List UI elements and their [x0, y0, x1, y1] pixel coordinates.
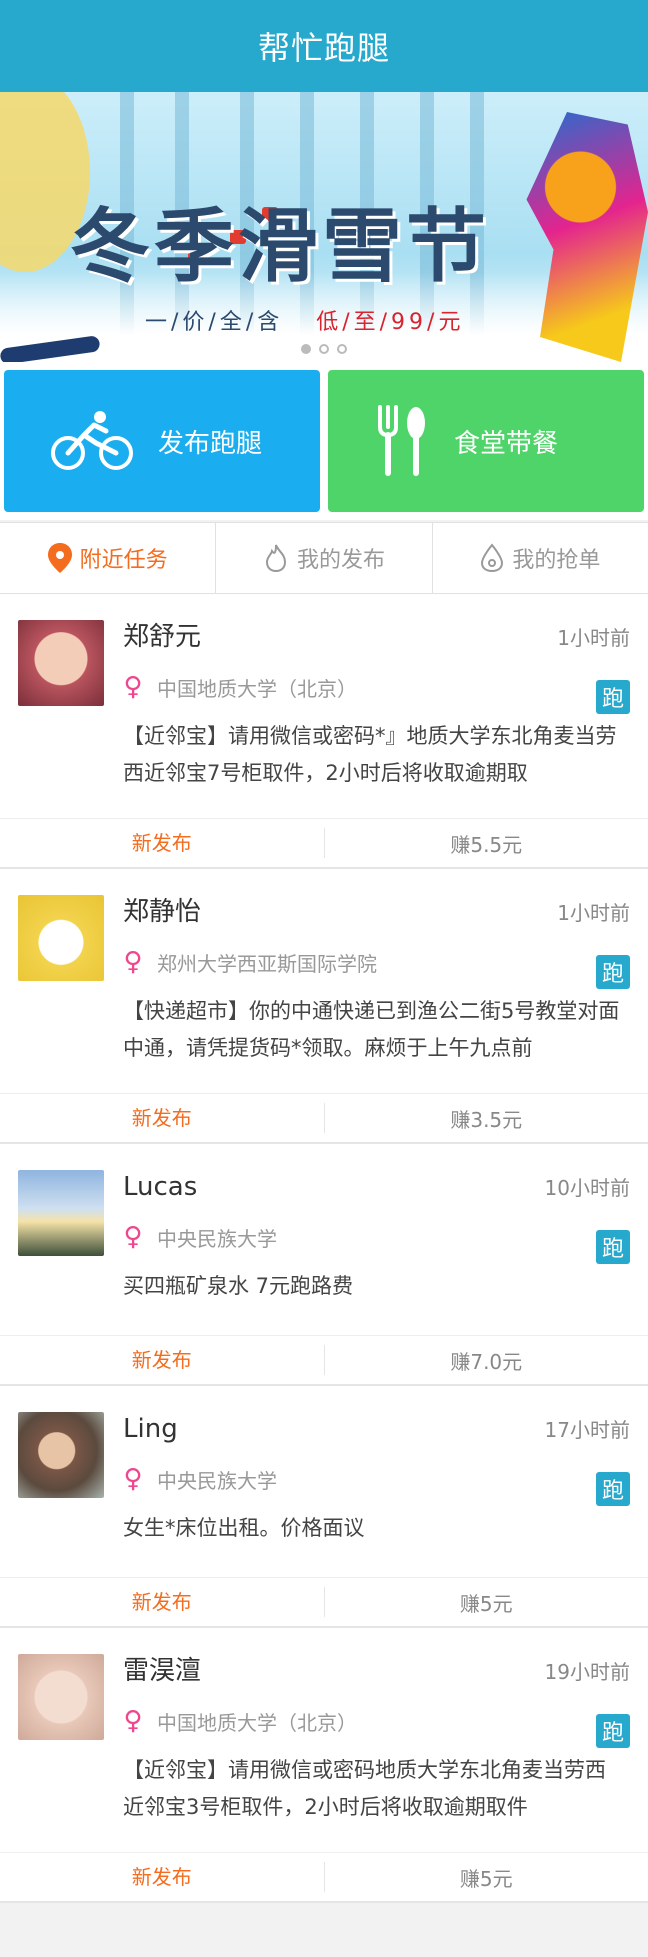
post-time: 10小时前	[544, 1176, 630, 1200]
school-name: 中央民族大学	[157, 1468, 277, 1493]
publish-errand-button[interactable]: 发布跑腿	[4, 370, 320, 512]
post-time: 1小时前	[557, 626, 630, 650]
tab-label: 我的抢单	[512, 548, 601, 573]
publish-errand-label: 发布跑腿	[158, 428, 263, 459]
task-description: 买四瓶矿泉水 7元跑路费	[123, 1274, 354, 1298]
tab-my-posts[interactable]: 我的发布	[216, 523, 433, 593]
carousel-dot[interactable]	[337, 344, 347, 354]
school-name: 中央民族大学	[157, 1226, 277, 1251]
school-row: ♀ 郑州大学西亚斯国际学院	[123, 945, 630, 979]
school-row: ♀ 中央民族大学	[123, 1462, 630, 1496]
school-name: 中国地质大学（北京）	[157, 676, 357, 701]
avatar[interactable]	[18, 620, 104, 706]
reward-amount: 赚3.5元	[450, 1107, 523, 1132]
errand-badge: 跑	[596, 1472, 630, 1506]
school-name: 郑州大学西亚斯国际学院	[157, 951, 377, 976]
user-name: 郑静怡	[123, 897, 202, 927]
user-name: 郑舒元	[123, 622, 202, 652]
post-time: 1小时前	[557, 901, 630, 925]
avatar[interactable]	[18, 1412, 104, 1498]
reward-amount: 赚5元	[459, 1591, 513, 1616]
female-icon: ♀	[123, 1706, 143, 1736]
canteen-delivery-button[interactable]: 食堂带餐	[328, 370, 644, 512]
banner-subtitle: 一/价/全/含 低/至/99/元	[145, 310, 465, 335]
promo-banner[interactable]: 冬季滑雪节 一/价/全/含 低/至/99/元	[0, 92, 648, 362]
app-header: 帮忙跑腿	[0, 0, 648, 92]
school-row: ♀ 中国地质大学（北京）	[123, 670, 630, 704]
task-card[interactable]: Ling 17小时前 ♀ 中央民族大学 跑 女生*床位出租。价格面议 新发布 赚…	[0, 1386, 648, 1628]
school-name: 中国地质大学（北京）	[157, 1710, 357, 1735]
reward-amount: 赚5.5元	[450, 832, 523, 857]
card-footer: 新发布 赚5元	[0, 1577, 648, 1626]
drop-icon	[481, 543, 504, 573]
female-icon: ♀	[123, 1222, 143, 1252]
errand-badge: 跑	[596, 1230, 630, 1264]
status-badge: 新发布	[0, 828, 325, 858]
tab-label: 附近任务	[79, 548, 168, 573]
card-footer: 新发布 赚7.0元	[0, 1335, 648, 1384]
card-footer: 新发布 赚5元	[0, 1852, 648, 1901]
school-row: ♀ 中国地质大学（北京）	[123, 1704, 630, 1738]
status-badge: 新发布	[0, 1103, 325, 1133]
status-badge: 新发布	[0, 1587, 325, 1617]
flame-icon	[265, 544, 286, 573]
reward-amount: 赚5元	[459, 1866, 513, 1891]
task-card[interactable]: 郑静怡 1小时前 ♀ 郑州大学西亚斯国际学院 跑 【快递超市】你的中通快递已到渔…	[0, 869, 648, 1144]
card-footer: 新发布 赚3.5元	[0, 1093, 648, 1142]
location-pin-icon	[47, 543, 72, 573]
task-card[interactable]: Lucas 10小时前 ♀ 中央民族大学 跑 买四瓶矿泉水 7元跑路费 新发布 …	[0, 1144, 648, 1386]
post-time: 19小时前	[544, 1660, 630, 1684]
canteen-delivery-label: 食堂带餐	[454, 428, 559, 459]
task-tabs: 附近任务 我的发布 我的抢单	[0, 522, 648, 594]
school-row: ♀ 中央民族大学	[123, 1220, 630, 1254]
carousel-indicator	[301, 344, 347, 354]
tab-label: 我的发布	[296, 548, 385, 573]
avatar[interactable]	[18, 1170, 104, 1256]
task-description: 女生*床位出租。价格面议	[123, 1516, 365, 1540]
errand-badge: 跑	[596, 955, 630, 989]
tab-my-grabs[interactable]: 我的抢单	[433, 523, 648, 593]
task-list: 郑舒元 1小时前 ♀ 中国地质大学（北京） 跑 【近邻宝】请用微信或密码*』地质…	[0, 594, 648, 1903]
quick-actions: 发布跑腿 食堂带餐	[0, 362, 648, 520]
status-badge: 新发布	[0, 1345, 325, 1375]
reward-amount: 赚7.0元	[450, 1349, 523, 1374]
tab-nearby-tasks[interactable]: 附近任务	[0, 523, 217, 593]
avatar[interactable]	[18, 895, 104, 981]
errand-badge: 跑	[596, 680, 630, 714]
carousel-dot[interactable]	[301, 344, 311, 354]
carousel-dot[interactable]	[319, 344, 329, 354]
bicycle-icon	[51, 411, 133, 470]
task-description: 【近邻宝】请用微信或密码地质大学东北角麦当劳西近邻宝3号柜取件，2小时后将收取逾…	[123, 1758, 606, 1819]
task-description: 【近邻宝】请用微信或密码*』地质大学东北角麦当劳西近邻宝7号柜取件，2小时后将收…	[123, 724, 617, 785]
errand-badge: 跑	[596, 1714, 630, 1748]
female-icon: ♀	[123, 672, 143, 702]
card-footer: 新发布 赚5.5元	[0, 818, 648, 867]
female-icon: ♀	[123, 947, 143, 977]
post-time: 17小时前	[544, 1418, 630, 1442]
task-card[interactable]: 郑舒元 1小时前 ♀ 中国地质大学（北京） 跑 【近邻宝】请用微信或密码*』地质…	[0, 594, 648, 869]
task-description: 【快递超市】你的中通快递已到渔公二街5号教堂对面中通，请凭提货码*领取。麻烦于上…	[123, 999, 620, 1060]
avatar[interactable]	[18, 1654, 104, 1740]
page-title: 帮忙跑腿	[257, 29, 390, 67]
status-badge: 新发布	[0, 1862, 325, 1892]
task-card[interactable]: 雷淏澶 19小时前 ♀ 中国地质大学（北京） 跑 【近邻宝】请用微信或密码地质大…	[0, 1628, 648, 1903]
female-icon: ♀	[123, 1464, 143, 1494]
fork-knife-icon	[378, 405, 425, 476]
banner-title: 冬季滑雪节	[70, 200, 490, 293]
